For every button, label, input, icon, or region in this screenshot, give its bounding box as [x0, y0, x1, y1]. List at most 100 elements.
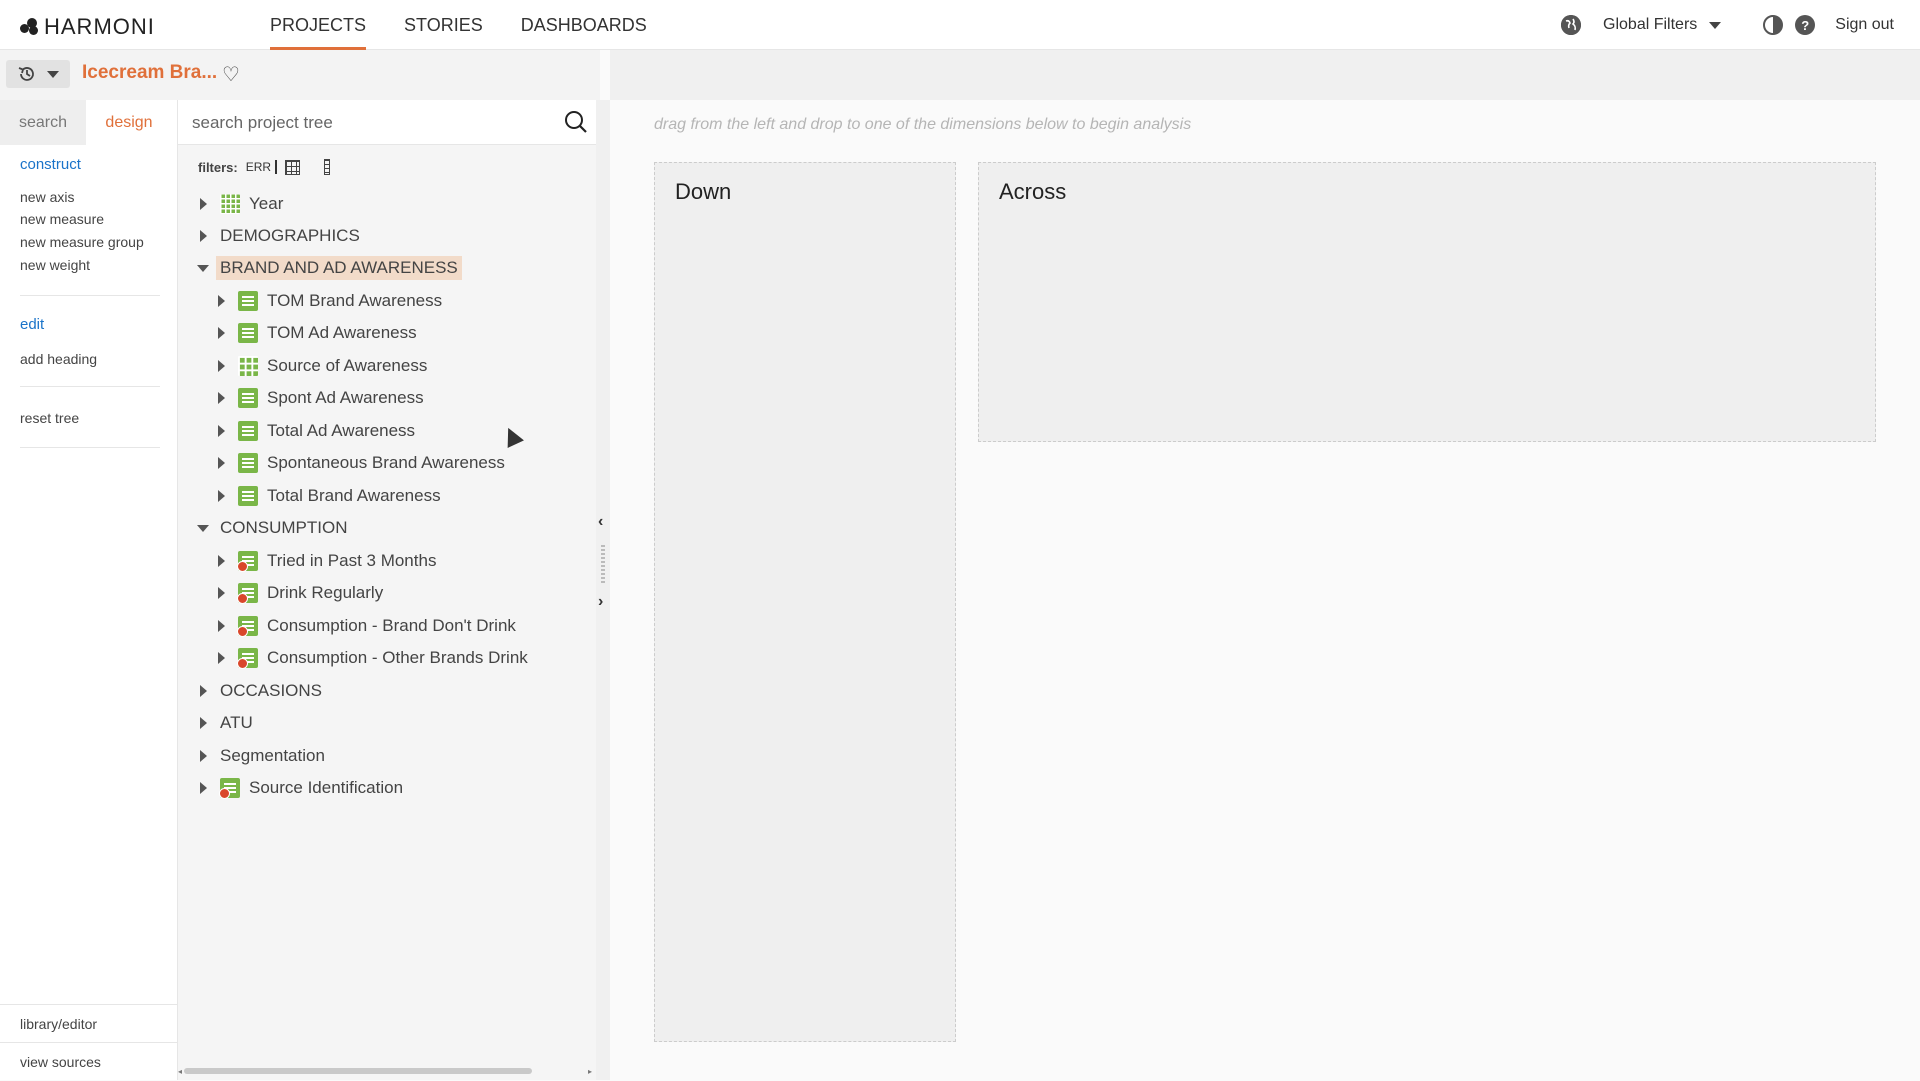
add-heading-link[interactable]: add heading [20, 351, 97, 367]
scroll-left-icon[interactable]: ◂ [178, 1067, 182, 1076]
tree-item-consumption-brand-dont-drink[interactable]: Consumption - Brand Don't Drink [214, 612, 516, 640]
tree-item-spont-ad-awareness[interactable]: Spont Ad Awareness [214, 384, 424, 412]
new-weight-link[interactable]: new weight [20, 257, 90, 273]
column-filter-icon[interactable] [324, 159, 331, 175]
scroll-right-icon[interactable]: ▸ [588, 1067, 592, 1076]
heart-icon[interactable]: ♡ [222, 62, 240, 87]
splitter-grip[interactable] [601, 545, 605, 585]
expand-arrow-icon[interactable] [217, 327, 225, 339]
top-bar: HARMONI PROJECTS STORIES DASHBOARDS Glob… [0, 0, 1920, 50]
expand-arrow-icon[interactable] [217, 620, 225, 632]
reset-tree-link[interactable]: reset tree [20, 410, 79, 426]
expand-arrow-icon[interactable] [199, 782, 207, 794]
collapse-arrow-icon[interactable] [197, 524, 209, 532]
expand-arrow-icon[interactable] [217, 360, 225, 372]
tree-item-source-of-awareness[interactable]: Source of Awareness [214, 352, 427, 380]
expand-arrow-icon[interactable] [217, 587, 225, 599]
tab-design[interactable]: design [86, 100, 172, 145]
tree-item-drink-regularly[interactable]: Drink Regularly [214, 579, 383, 607]
history-icon [18, 67, 34, 81]
grid-measure-icon [238, 356, 258, 376]
tree-search-input[interactable] [190, 108, 530, 138]
measure-icon [238, 486, 258, 506]
new-measure-link[interactable]: new measure [20, 211, 104, 227]
globe-icon[interactable] [1561, 15, 1582, 35]
tree-item-segmentation[interactable]: Segmentation [196, 742, 325, 770]
expand-arrow-icon[interactable] [199, 230, 207, 242]
across-dropzone[interactable]: Across [978, 162, 1876, 442]
down-dropzone[interactable]: Down [654, 162, 956, 1042]
tree-item-consumption-other-brands-drink[interactable]: Consumption - Other Brands Drink [214, 644, 528, 672]
collapse-arrow-icon[interactable] [197, 264, 209, 272]
construct-heading[interactable]: construct [20, 156, 81, 173]
global-filters-caret-icon[interactable] [1709, 21, 1722, 29]
analysis-area: drag from the left and drop to one of th… [610, 50, 1920, 1080]
tree-item-source-identification[interactable]: Source Identification [196, 774, 403, 802]
sign-out-link[interactable]: Sign out [1835, 16, 1894, 34]
tree-item-tom-brand-awareness[interactable]: TOM Brand Awareness [214, 287, 442, 315]
scrollbar-thumb[interactable] [184, 1068, 532, 1074]
tree-item-brand-ad-awareness[interactable]: BRAND AND AD AWARENESS [196, 254, 462, 282]
nav-stories[interactable]: STORIES [404, 0, 483, 50]
project-title[interactable]: Icecream Bra... [82, 62, 217, 84]
tree-item-label: Total Ad Awareness [267, 421, 416, 440]
expand-arrow-icon[interactable] [199, 717, 207, 729]
expand-arrow-icon[interactable] [199, 750, 207, 762]
contrast-icon[interactable] [1763, 15, 1784, 35]
tree-horizontal-scrollbar[interactable]: ◂ ▸ [178, 1067, 592, 1076]
tree-item-tried-past-3-months[interactable]: Tried in Past 3 Months [214, 547, 436, 575]
new-measure-group-link[interactable]: new measure group [20, 234, 144, 250]
library-editor-link[interactable]: library/editor [0, 1004, 178, 1042]
panel-splitter[interactable]: ‹ › [596, 100, 610, 1080]
tree-item-label: Drink Regularly [267, 583, 384, 602]
expand-arrow-icon[interactable] [199, 685, 207, 697]
search-icon[interactable] [564, 110, 588, 134]
measure-icon [238, 421, 258, 441]
rail-divider [20, 386, 160, 387]
tree-item-consumption[interactable]: CONSUMPTION [196, 514, 348, 542]
tree-item-atu[interactable]: ATU [196, 709, 253, 737]
expand-arrow-icon[interactable] [217, 425, 225, 437]
rail-divider [20, 295, 160, 296]
edit-heading[interactable]: edit [20, 316, 44, 333]
nav-projects[interactable]: PROJECTS [270, 0, 367, 50]
expand-arrow-icon[interactable] [217, 555, 225, 567]
global-filters-label[interactable]: Global Filters [1603, 16, 1697, 34]
tree-item-label: ATU [220, 713, 253, 732]
tree-item-label: Spontaneous Brand Awareness [267, 453, 505, 472]
expand-arrow-icon[interactable] [199, 198, 207, 210]
grid-filter-icon[interactable] [285, 159, 301, 175]
tree-item-label: DEMOGRAPHICS [220, 226, 360, 245]
tree-item-label: OCCASIONS [220, 681, 323, 700]
collapse-left-icon[interactable]: ‹ [598, 513, 603, 531]
tree-item-total-ad-awareness[interactable]: Total Ad Awareness [214, 417, 415, 445]
help-icon[interactable]: ? [1795, 15, 1816, 35]
expand-right-icon[interactable]: › [598, 593, 603, 611]
calendar-icon [220, 194, 240, 214]
expand-arrow-icon[interactable] [217, 295, 225, 307]
expand-arrow-icon[interactable] [217, 490, 225, 502]
tree-item-occasions[interactable]: OCCASIONS [196, 677, 322, 705]
harmoni-logo[interactable]: HARMONI [20, 14, 155, 40]
view-sources-link[interactable]: view sources [0, 1042, 178, 1080]
measure-error-icon [237, 551, 258, 572]
expand-arrow-icon[interactable] [217, 457, 225, 469]
tree-item-tom-ad-awareness[interactable]: TOM Ad Awareness [214, 319, 417, 347]
tab-search[interactable]: search [0, 100, 86, 145]
tree-item-demographics[interactable]: DEMOGRAPHICS [196, 222, 360, 250]
new-axis-link[interactable]: new axis [20, 189, 74, 205]
top-right-controls: Global Filters ? Sign out [1561, 0, 1894, 50]
expand-arrow-icon[interactable] [217, 652, 225, 664]
nav-dashboards[interactable]: DASHBOARDS [521, 0, 647, 50]
expand-arrow-icon[interactable] [217, 392, 225, 404]
logo-text: HARMONI [44, 14, 155, 39]
tree-item-spontaneous-brand-awareness[interactable]: Spontaneous Brand Awareness [214, 449, 505, 477]
main-nav: PROJECTS STORIES DASHBOARDS [270, 0, 647, 50]
filter-err-toggle[interactable]: ERR [246, 160, 278, 174]
history-button[interactable] [6, 60, 70, 88]
tree-item-label: Segmentation [220, 746, 325, 765]
tree-item-total-brand-awareness[interactable]: Total Brand Awareness [214, 482, 441, 510]
down-label: Down [675, 179, 732, 204]
tree-item-year[interactable]: Year [196, 190, 283, 218]
history-caret-icon [47, 70, 59, 78]
